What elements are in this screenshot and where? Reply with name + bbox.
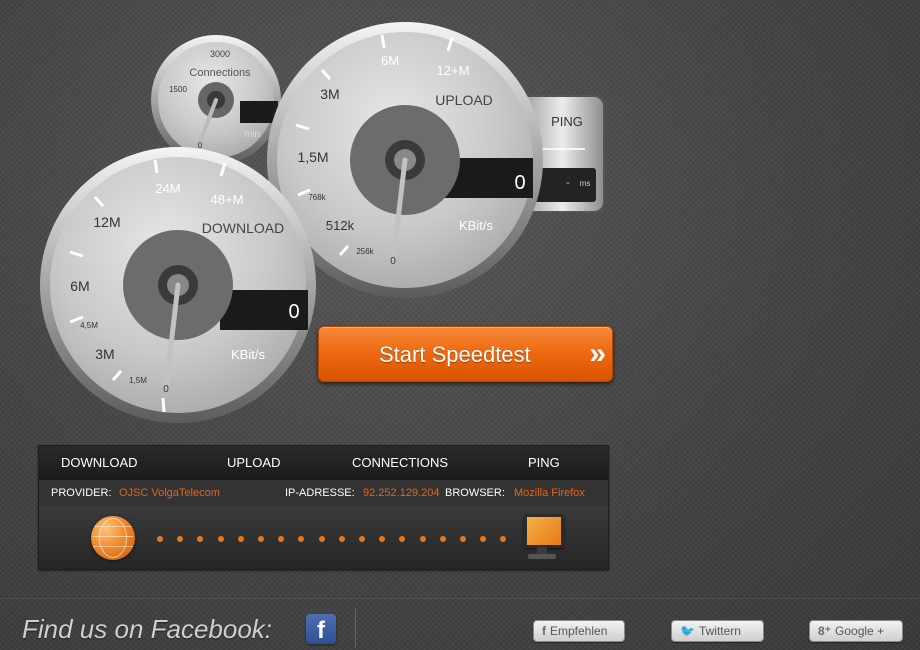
download-tick-48m: 48+M — [211, 192, 244, 207]
upload-tick-512k: 512k — [326, 218, 355, 233]
download-tick-3m: 3M — [95, 346, 114, 362]
upload-tick-6m: 6M — [381, 53, 399, 68]
upload-tick-12m: 12+M — [437, 63, 470, 78]
provider-value: OJSC VolgaTelecom — [119, 487, 220, 499]
results-panel: DOWNLOAD UPLOAD CONNECTIONS PING PROVIDE… — [38, 445, 609, 570]
progress-dot — [480, 536, 487, 542]
progress-dot — [217, 536, 224, 542]
progress-dot — [197, 536, 204, 542]
progress-dot — [258, 536, 264, 542]
ping-gauge-value: - — [566, 177, 570, 189]
progress-dot — [298, 536, 305, 542]
download-tick-24m: 24M — [155, 181, 180, 196]
progress-dot — [419, 536, 426, 542]
google-plus-label: Google + — [835, 624, 885, 638]
start-speedtest-button[interactable]: Start Speedtest » — [318, 326, 613, 382]
ping-gauge-unit: ms — [580, 179, 591, 188]
progress-dot — [500, 536, 507, 542]
google-plus-icon: 8⁺ — [818, 624, 832, 638]
twitter-icon: 🐦 — [680, 624, 695, 638]
progress-dot — [439, 536, 446, 542]
monitor-icon — [522, 514, 564, 560]
google-plus-button[interactable]: 8⁺ Google + — [809, 620, 903, 642]
upload-tick-3m: 3M — [320, 86, 339, 102]
upload-gauge-unit: KBit/s — [459, 218, 493, 233]
facebook-icon: f — [542, 624, 546, 638]
download-gauge-unit: KBit/s — [231, 347, 265, 362]
download-tick-1-5m: 1,5M — [129, 376, 147, 385]
twitter-label: Twittern — [698, 624, 741, 638]
download-gauge-label: DOWNLOAD — [202, 220, 284, 236]
ip-label: IP-ADRESSE: — [285, 487, 355, 499]
download-gauge: DOWNLOAD 0 1,5M 3M 4,5M 6M 12M 24M 48+M … — [40, 147, 316, 423]
connection-info: PROVIDER: OJSC VolgaTelecom IP-ADRESSE: … — [39, 480, 608, 506]
footer-divider — [0, 598, 920, 599]
facebook-recommend-label: Empfehlen — [550, 624, 608, 638]
download-tick-12m: 12M — [93, 214, 120, 230]
connections-tick-3000: 3000 — [210, 49, 230, 59]
progress-dot — [379, 536, 386, 542]
start-speedtest-label: Start Speedtest — [379, 342, 531, 367]
twitter-button[interactable]: 🐦 Twittern — [671, 620, 764, 642]
results-header-connections: CONNECTIONS — [352, 455, 449, 470]
upload-gauge-value: 0 — [514, 172, 525, 194]
progress-dot — [278, 536, 285, 542]
results-header-download: DOWNLOAD — [61, 455, 138, 470]
upload-gauge-label: UPLOAD — [435, 92, 493, 108]
provider-label: PROVIDER: — [51, 487, 112, 499]
upload-tick-768k: 768k — [308, 193, 326, 202]
connections-gauge: Connections 0 1500 3000 min — [151, 35, 281, 165]
connections-gauge-label: Connections — [189, 67, 251, 79]
progress-dot — [460, 536, 466, 542]
double-chevron-right-icon: » — [589, 337, 606, 370]
progress-dot — [237, 536, 244, 542]
connections-tick-1500: 1500 — [169, 85, 187, 94]
upload-tick-1-5m: 1,5M — [297, 149, 328, 165]
ip-value: 92.252.129.204 — [363, 487, 440, 499]
browser-label: BROWSER: — [445, 487, 505, 499]
footer-separator — [355, 608, 356, 648]
facebook-icon[interactable]: f — [306, 614, 336, 644]
download-tick-0: 0 — [163, 384, 169, 395]
download-gauge-value: 0 — [288, 301, 299, 323]
progress-dot — [157, 536, 163, 542]
upload-tick-256k: 256k — [356, 247, 374, 256]
connections-gauge-unit: min — [244, 129, 260, 140]
results-header-ping: PING — [528, 455, 560, 470]
progress-dot — [399, 536, 406, 542]
progress-dot — [338, 536, 345, 542]
upload-tick-0: 0 — [390, 256, 396, 267]
download-tick-6m: 6M — [70, 278, 89, 294]
facebook-recommend-button[interactable]: f Empfehlen — [533, 620, 625, 642]
progress-dot — [177, 536, 184, 542]
browser-value: Mozilla Firefox — [514, 487, 585, 499]
ping-gauge-label: PING — [551, 114, 583, 129]
globe-icon — [91, 516, 135, 560]
progress-dot — [318, 536, 325, 542]
progress-dot — [359, 536, 365, 542]
connection-track — [39, 506, 608, 569]
results-header-upload: UPLOAD — [227, 455, 281, 470]
results-header: DOWNLOAD UPLOAD CONNECTIONS PING — [39, 446, 608, 481]
facebook-prompt: Find us on Facebook: — [22, 614, 273, 644]
download-tick-4-5m: 4,5M — [80, 321, 98, 330]
